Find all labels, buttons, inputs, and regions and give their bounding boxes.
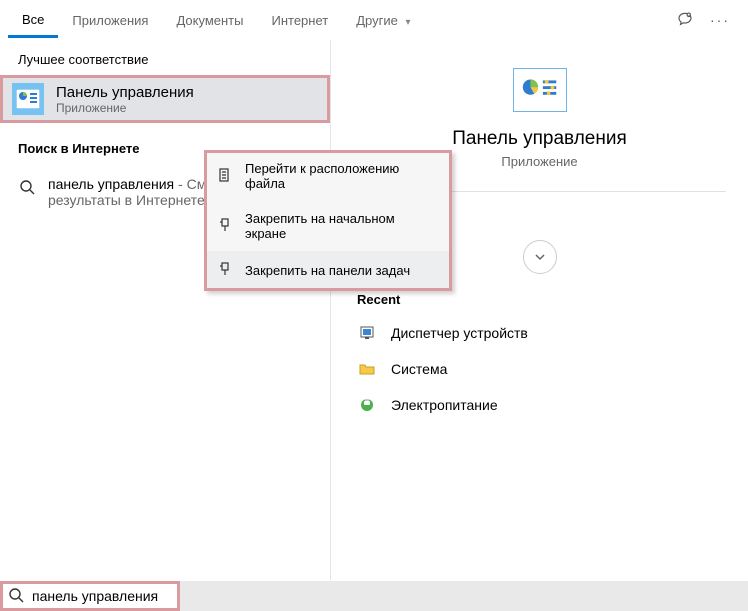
tab-all[interactable]: Все [8, 2, 58, 38]
menu-pin-taskbar[interactable]: Закрепить на панели задач [205, 251, 451, 290]
recent-power-label: Электропитание [391, 397, 498, 413]
best-match-title: Панель управления [56, 84, 194, 101]
device-manager-icon [357, 325, 377, 341]
web-item-title: панель управления [48, 176, 174, 192]
search-icon [18, 178, 36, 196]
menu-pin-start[interactable]: Закрепить на начальном экране [205, 201, 451, 251]
folder-location-icon [217, 167, 233, 186]
tabs-bar: Все Приложения Документы Интернет Другие… [0, 0, 748, 40]
recent-power[interactable]: Электропитание [331, 387, 748, 423]
menu-pin-start-label: Закрепить на начальном экране [245, 211, 439, 241]
pin-start-icon [217, 217, 233, 236]
control-panel-icon-large [513, 68, 567, 112]
web-item-sub: результаты в Интернете [48, 192, 206, 208]
recent-devmgr[interactable]: Диспетчер устройств [331, 315, 748, 351]
context-menu: Перейти к расположению файла Закрепить н… [204, 150, 452, 291]
menu-open-location-label: Перейти к расположению файла [245, 161, 439, 191]
feedback-icon[interactable] [676, 11, 694, 29]
search-input[interactable] [32, 588, 172, 604]
best-match-sub: Приложение [56, 101, 194, 115]
menu-pin-taskbar-label: Закрепить на панели задач [245, 263, 410, 278]
menu-open-location[interactable]: Перейти к расположению файла [205, 151, 451, 201]
tab-more[interactable]: Другие ▾ [342, 3, 424, 36]
control-panel-icon [12, 83, 44, 115]
recent-system-label: Система [391, 361, 447, 377]
best-match-item[interactable]: Панель управления Приложение [0, 75, 330, 123]
expand-button[interactable] [523, 240, 557, 274]
recent-system[interactable]: Система [331, 351, 748, 387]
search-icon [8, 587, 24, 606]
chevron-down-icon: ▾ [405, 17, 410, 28]
power-icon [357, 397, 377, 413]
recent-devmgr-label: Диспетчер устройств [391, 325, 528, 341]
recent-header: Recent [331, 288, 748, 315]
web-item-suffix: - См [174, 176, 206, 192]
details-title: Панель управления [331, 128, 748, 150]
details-panel: Панель управления Приложение Открыть Rec… [330, 40, 748, 580]
tab-apps[interactable]: Приложения [58, 3, 162, 36]
tab-docs[interactable]: Документы [162, 3, 257, 36]
system-folder-icon [357, 361, 377, 377]
search-bar[interactable] [0, 581, 180, 611]
best-match-header: Лучшее соответствие [0, 40, 330, 75]
more-icon[interactable]: ··· [710, 12, 730, 28]
tab-web[interactable]: Интернет [257, 3, 342, 36]
pin-taskbar-icon [217, 261, 233, 280]
tab-more-label: Другие [356, 13, 398, 28]
results-left: Лучшее соответствие Панель управления Пр… [0, 40, 330, 580]
